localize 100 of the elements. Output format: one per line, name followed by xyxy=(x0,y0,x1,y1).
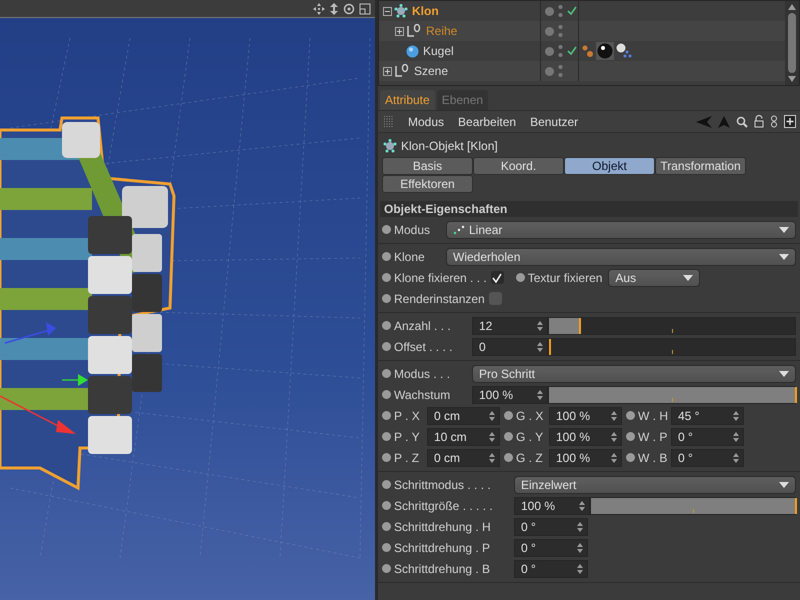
animation-dot-icon[interactable] xyxy=(382,411,391,420)
animation-dot-icon[interactable] xyxy=(382,501,391,510)
material-ball-icon[interactable] xyxy=(596,42,614,60)
tag-dots-icon[interactable] xyxy=(582,44,594,58)
number-field[interactable]: 100 % xyxy=(549,448,622,466)
object-row[interactable]: Szene xyxy=(379,61,785,81)
expand-icon[interactable] xyxy=(383,66,392,76)
number-field[interactable]: 100 % xyxy=(549,428,622,446)
spin-arrows-icon[interactable] xyxy=(733,410,739,420)
animation-dot-icon[interactable] xyxy=(382,321,391,330)
spin-arrows-icon[interactable] xyxy=(733,452,739,462)
new-panel-icon[interactable] xyxy=(784,115,796,128)
property-tab[interactable]: Transformation xyxy=(655,157,746,175)
menu-item[interactable]: Modus xyxy=(408,114,444,128)
checkbox[interactable] xyxy=(488,292,502,305)
menu-item[interactable]: Benutzer xyxy=(530,114,578,128)
lock-icon[interactable] xyxy=(754,115,764,128)
checkmark-icon[interactable] xyxy=(567,6,577,16)
rotate-icon[interactable] xyxy=(343,2,355,14)
dropdown[interactable]: Linear xyxy=(446,220,796,238)
expand-icon[interactable] xyxy=(395,26,404,36)
dropdown[interactable]: Pro Schritt xyxy=(472,364,796,382)
property-tab[interactable]: Effektoren xyxy=(382,175,473,193)
scroll-up-icon[interactable] xyxy=(788,4,796,10)
animation-dot-icon[interactable] xyxy=(516,273,525,282)
number-field[interactable]: 0 cm xyxy=(427,448,500,466)
spin-arrows-icon[interactable] xyxy=(537,390,543,400)
spin-arrows-icon[interactable] xyxy=(489,452,495,462)
spin-arrows-icon[interactable] xyxy=(537,320,543,330)
number-field[interactable]: 0 ° xyxy=(671,428,744,446)
animation-dot-icon[interactable] xyxy=(382,453,391,462)
animation-dot-icon[interactable] xyxy=(382,369,391,378)
spin-arrows-icon[interactable] xyxy=(489,432,495,442)
dropdown[interactable]: Aus xyxy=(608,268,700,286)
property-label: G . Y xyxy=(516,430,544,444)
animation-dot-icon[interactable] xyxy=(382,294,391,303)
property-tab[interactable]: Koord. xyxy=(473,157,564,175)
maximize-icon[interactable] xyxy=(359,2,371,14)
3d-viewport[interactable] xyxy=(0,18,375,600)
number-field[interactable]: 100 % xyxy=(549,406,622,424)
search-icon[interactable] xyxy=(736,116,748,128)
animation-dot-icon[interactable] xyxy=(504,411,513,420)
spin-arrows-icon[interactable] xyxy=(611,452,617,462)
animation-dot-icon[interactable] xyxy=(382,543,391,552)
spin-arrows-icon[interactable] xyxy=(733,432,739,442)
checkmark-icon[interactable] xyxy=(567,46,577,56)
scrollbar-thumb[interactable] xyxy=(788,13,796,73)
scroll-down-icon[interactable] xyxy=(788,76,796,82)
animation-dot-icon[interactable] xyxy=(382,342,391,351)
number-field[interactable]: 0 cm xyxy=(427,406,500,424)
visibility-dots-icon[interactable] xyxy=(558,64,563,78)
tree-item[interactable]: Szene xyxy=(379,61,541,81)
number-field[interactable]: 100 % xyxy=(472,386,548,404)
visibility-dots-icon[interactable] xyxy=(558,44,563,58)
visibility-dot-icon[interactable] xyxy=(545,6,554,16)
menu-item[interactable]: Bearbeiten xyxy=(458,114,516,128)
spin-arrows-icon[interactable] xyxy=(611,432,617,442)
animation-dot-icon[interactable] xyxy=(504,432,513,441)
animation-dot-icon[interactable] xyxy=(382,390,391,399)
number-field[interactable]: 0 xyxy=(472,338,548,356)
property-tab[interactable]: Objekt xyxy=(564,157,655,175)
number-field[interactable]: 0 ° xyxy=(514,560,588,578)
dropdown[interactable]: Einzelwert xyxy=(514,476,796,494)
animation-dot-icon[interactable] xyxy=(504,453,513,462)
visibility-dots-icon[interactable] xyxy=(558,24,563,38)
number-field[interactable]: 10 cm xyxy=(427,428,500,446)
visibility-dot-icon[interactable] xyxy=(545,46,554,56)
dropdown[interactable]: Wiederholen xyxy=(446,248,796,266)
animation-dot-icon[interactable] xyxy=(626,411,635,420)
animation-dot-icon[interactable] xyxy=(382,252,391,261)
visibility-dot-icon[interactable] xyxy=(545,66,554,76)
spin-arrows-icon[interactable] xyxy=(537,342,543,352)
animation-dot-icon[interactable] xyxy=(382,522,391,531)
spin-arrows-icon[interactable] xyxy=(489,410,495,420)
animation-dot-icon[interactable] xyxy=(382,480,391,489)
collapse-icon[interactable] xyxy=(383,6,392,16)
spin-arrows-icon[interactable] xyxy=(579,500,585,510)
visibility-dots-icon[interactable] xyxy=(558,4,563,18)
number-field[interactable]: 0 ° xyxy=(514,538,588,556)
animation-dot-icon[interactable] xyxy=(382,564,391,573)
number-field[interactable]: 100 % xyxy=(514,496,590,514)
animation-dot-icon[interactable] xyxy=(382,432,391,441)
spin-arrows-icon[interactable] xyxy=(577,542,583,552)
texture-tag-icon[interactable] xyxy=(616,43,632,59)
spin-arrows-icon[interactable] xyxy=(611,410,617,420)
panel-tab[interactable]: Attribute xyxy=(380,90,435,110)
animation-dot-icon[interactable] xyxy=(626,432,635,441)
animation-dot-icon[interactable] xyxy=(626,453,635,462)
spin-arrows-icon[interactable] xyxy=(577,522,583,532)
number-field[interactable]: 0 ° xyxy=(671,448,744,466)
visibility-dot-icon[interactable] xyxy=(545,26,554,36)
checkbox[interactable] xyxy=(490,271,504,284)
property-tab[interactable]: Basis xyxy=(382,157,473,175)
move-icon[interactable] xyxy=(313,2,325,14)
spin-arrows-icon[interactable] xyxy=(577,564,583,574)
number-field[interactable]: 0 ° xyxy=(514,518,588,536)
number-field[interactable]: 45 ° xyxy=(671,406,744,424)
number-field[interactable]: 12 xyxy=(472,316,548,334)
animation-dot-icon[interactable] xyxy=(382,273,391,282)
animation-dot-icon[interactable] xyxy=(382,225,391,234)
